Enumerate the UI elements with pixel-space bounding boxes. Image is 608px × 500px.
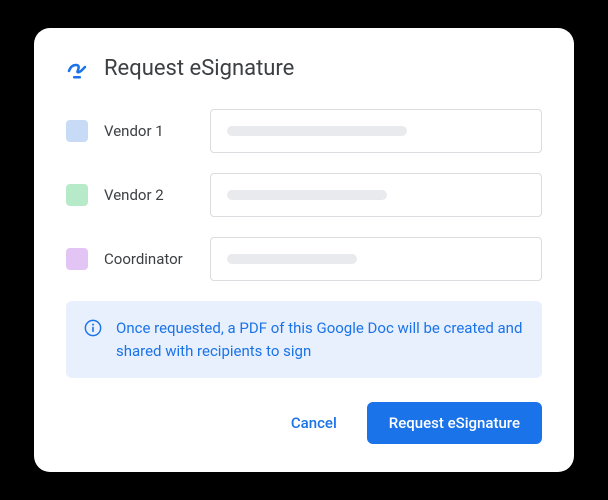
signer-label: Vendor 2 [104, 186, 194, 204]
info-banner: Once requested, a PDF of this Google Doc… [66, 301, 542, 378]
signer-label: Vendor 1 [104, 122, 194, 140]
signer-row-coordinator: Coordinator [66, 237, 542, 281]
signer-color-chip [66, 120, 88, 142]
signer-row-vendor-2: Vendor 2 [66, 173, 542, 217]
signer-row-vendor-1: Vendor 1 [66, 109, 542, 153]
esignature-dialog: Request eSignature Vendor 1 Vendor 2 Coo… [34, 28, 574, 472]
dialog-actions: Cancel Request eSignature [66, 402, 542, 444]
input-placeholder-skeleton [227, 190, 387, 200]
input-placeholder-skeleton [227, 126, 407, 136]
info-icon [84, 319, 102, 337]
signer-input[interactable] [210, 109, 542, 153]
request-esignature-button[interactable]: Request eSignature [367, 402, 542, 444]
input-placeholder-skeleton [227, 254, 357, 264]
signer-color-chip [66, 248, 88, 270]
dialog-header: Request eSignature [66, 56, 542, 81]
signer-color-chip [66, 184, 88, 206]
signer-input[interactable] [210, 173, 542, 217]
dialog-title: Request eSignature [104, 56, 294, 81]
cancel-button[interactable]: Cancel [269, 402, 359, 444]
signer-input[interactable] [210, 237, 542, 281]
info-text: Once requested, a PDF of this Google Doc… [116, 317, 524, 362]
signer-label: Coordinator [104, 250, 194, 268]
signature-icon [66, 57, 90, 81]
